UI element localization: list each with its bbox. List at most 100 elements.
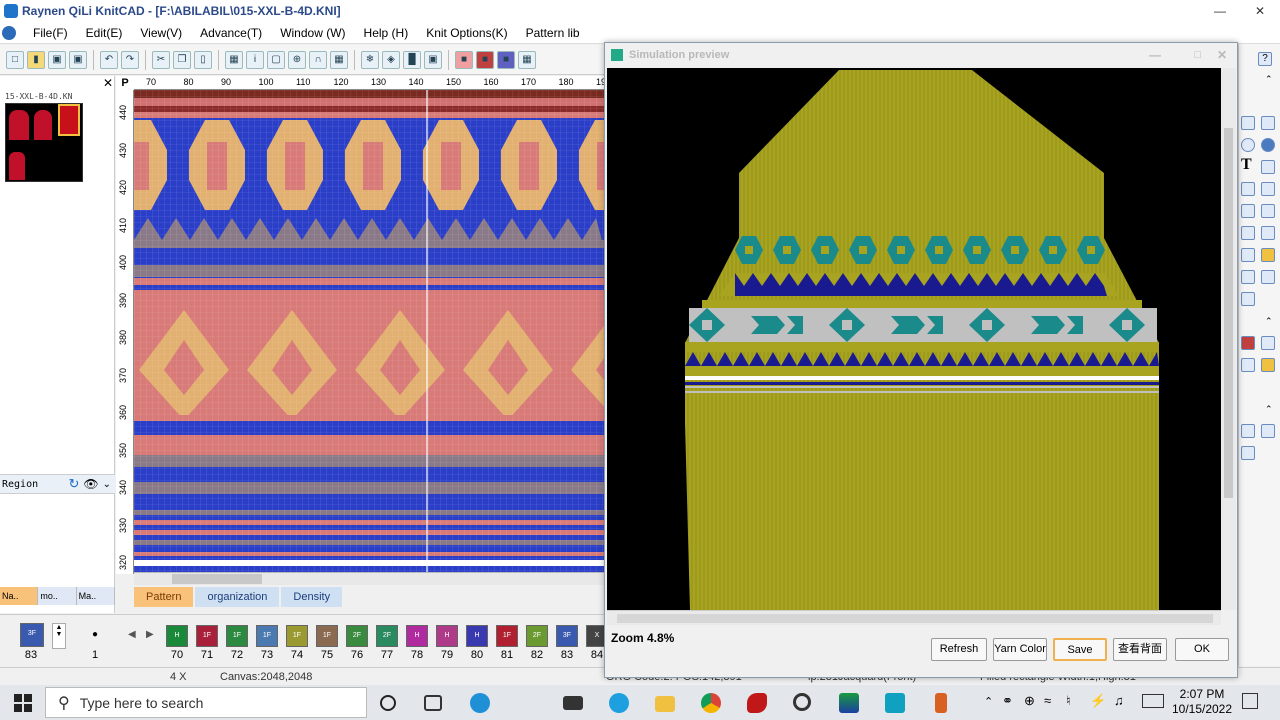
measure-icon[interactable] xyxy=(1241,446,1255,460)
tab-density[interactable]: Density xyxy=(281,587,343,607)
cut-icon[interactable]: ✂ xyxy=(152,50,170,69)
info-icon[interactable]: i xyxy=(246,50,264,69)
usb-icon[interactable]: ⚡ xyxy=(1090,693,1106,709)
paste-icon[interactable]: ▯ xyxy=(194,50,212,69)
grid-icon[interactable]: ▦ xyxy=(225,50,243,69)
sim-vscrollbar[interactable] xyxy=(1221,68,1236,610)
tab-pattern[interactable]: Pattern xyxy=(134,587,194,607)
simulation-canvas[interactable] xyxy=(607,68,1221,610)
stitch-swatch[interactable]: H xyxy=(166,625,188,647)
stitch-swatch[interactable]: 2F xyxy=(376,625,398,647)
rotate-icon[interactable] xyxy=(1261,424,1275,438)
windows-start-icon[interactable] xyxy=(14,694,32,712)
copy-icon[interactable]: ❐ xyxy=(173,50,191,69)
transform-icon[interactable] xyxy=(1241,424,1255,438)
settings-gear-icon[interactable] xyxy=(793,693,811,711)
tab-organization[interactable]: organization xyxy=(195,587,280,607)
columns-icon[interactable] xyxy=(1261,160,1275,174)
network-globe-icon[interactable]: ⚭ xyxy=(1002,693,1013,709)
text-icon[interactable]: T xyxy=(1241,156,1252,174)
undo-icon[interactable]: ↶ xyxy=(100,50,118,69)
menu-pattern-lib[interactable]: Pattern lib xyxy=(517,22,589,44)
palette-icon[interactable]: ▦ xyxy=(518,50,536,69)
knit-icon[interactable]: ◈ xyxy=(382,50,400,69)
menu-view[interactable]: View(V) xyxy=(131,22,191,44)
stitch-swatch[interactable]: 1F xyxy=(496,625,518,647)
menu-edit[interactable]: Edit(E) xyxy=(77,22,132,44)
stitch-swatch[interactable]: 1F xyxy=(286,625,308,647)
refresh-button[interactable]: Refresh xyxy=(931,638,987,661)
refresh-icon[interactable]: ↻ xyxy=(68,476,79,492)
view-back-button[interactable]: 查看背面 xyxy=(1113,638,1167,661)
stitch-swatch[interactable]: H xyxy=(406,625,428,647)
edge-icon[interactable] xyxy=(470,693,490,713)
pattern-hscrollbar[interactable] xyxy=(134,572,604,585)
color-fill-icon[interactable]: ■ xyxy=(476,50,494,69)
menu-advance[interactable]: Advance(T) xyxy=(191,22,271,44)
cortana-icon[interactable] xyxy=(380,695,396,711)
stitch-swatch[interactable]: 3F xyxy=(556,625,578,647)
task-view-icon[interactable] xyxy=(424,695,442,711)
stitch-swatch[interactable]: 1F xyxy=(316,625,338,647)
sim-maximize-button[interactable]: □ xyxy=(1194,49,1201,61)
menu-window[interactable]: Window (W) xyxy=(271,22,354,44)
color-icon[interactable] xyxy=(1241,336,1255,350)
save-icon[interactable]: ▣ xyxy=(48,50,66,69)
app-orange-icon[interactable] xyxy=(935,693,947,713)
palette-icon-2[interactable] xyxy=(1261,358,1275,372)
swatch-stepper[interactable]: ▲ ▼ xyxy=(52,623,66,649)
align-icon[interactable] xyxy=(1241,226,1255,240)
minimize-button[interactable]: — xyxy=(1200,0,1240,22)
stitch-swatch[interactable]: 1F xyxy=(226,625,248,647)
volume-icon[interactable]: ♫ xyxy=(1114,693,1124,708)
knitcad-icon[interactable] xyxy=(609,693,629,713)
bucket-icon[interactable] xyxy=(1261,204,1275,218)
color-replace-icon[interactable]: ■ xyxy=(497,50,515,69)
wand-icon[interactable] xyxy=(1241,270,1255,284)
mail-icon[interactable] xyxy=(563,696,583,710)
keyboard-icon[interactable] xyxy=(1142,694,1164,708)
table-icon[interactable] xyxy=(1261,226,1275,240)
shape-icon[interactable] xyxy=(1261,336,1275,350)
save-button[interactable]: Save xyxy=(1053,638,1107,661)
ellipse-icon[interactable] xyxy=(1241,138,1255,152)
tray-chevron-icon[interactable]: ⌃ xyxy=(984,695,993,708)
open-folder-icon[interactable]: ▮ xyxy=(27,50,45,69)
fill-icon[interactable] xyxy=(1241,204,1255,218)
ok-button[interactable]: OK xyxy=(1175,638,1229,661)
curve-icon[interactable]: ∩ xyxy=(309,50,327,69)
rows-icon[interactable] xyxy=(1241,182,1255,196)
help-icon[interactable]: ? xyxy=(1258,52,1272,66)
crosshair-icon[interactable]: ⊕ xyxy=(288,50,306,69)
app-red-icon[interactable] xyxy=(747,693,767,713)
stitch-swatch[interactable]: 1F xyxy=(196,625,218,647)
pattern-canvas[interactable] xyxy=(134,90,604,572)
pencil-icon[interactable] xyxy=(1261,248,1275,262)
close-icon[interactable]: ✕ xyxy=(1240,0,1280,22)
current-swatch[interactable]: 3F xyxy=(20,623,44,647)
color-swap-icon[interactable]: ■ xyxy=(455,50,473,69)
app-green-icon[interactable] xyxy=(839,693,859,713)
file-thumbnail[interactable] xyxy=(5,103,83,182)
chevron-down-icon[interactable]: ⌄ xyxy=(103,479,111,490)
stitch-swatch[interactable]: 1F xyxy=(256,625,278,647)
redo-icon[interactable]: ↷ xyxy=(121,50,139,69)
stitch-swatch[interactable]: 2F xyxy=(346,625,368,647)
image-icon[interactable]: ▦ xyxy=(330,50,348,69)
menu-knit-options[interactable]: Knit Options(K) xyxy=(417,22,516,44)
select-icon[interactable]: ▢ xyxy=(267,50,285,69)
app-cyan-icon[interactable] xyxy=(885,693,905,713)
menu-file[interactable]: File(F) xyxy=(24,22,77,44)
stitch-swatch[interactable]: H xyxy=(436,625,458,647)
prev-arrow-icon[interactable]: ◀ xyxy=(128,629,136,640)
square-icon[interactable] xyxy=(1241,248,1255,262)
layer-icon[interactable]: ▣ xyxy=(424,50,442,69)
line-icon[interactable] xyxy=(1241,116,1255,130)
taskbar-search[interactable]: ⚲ Type here to search xyxy=(45,687,367,718)
new-file-icon[interactable]: □ xyxy=(6,50,24,69)
tab-model[interactable]: mo.. xyxy=(38,587,77,605)
collapse-icon[interactable]: ⌃ xyxy=(1265,74,1273,85)
sim-hscrollbar[interactable] xyxy=(607,610,1221,625)
lasso-icon[interactable] xyxy=(1241,292,1255,306)
speaker-muted-icon[interactable]: ♮ xyxy=(1066,693,1071,709)
